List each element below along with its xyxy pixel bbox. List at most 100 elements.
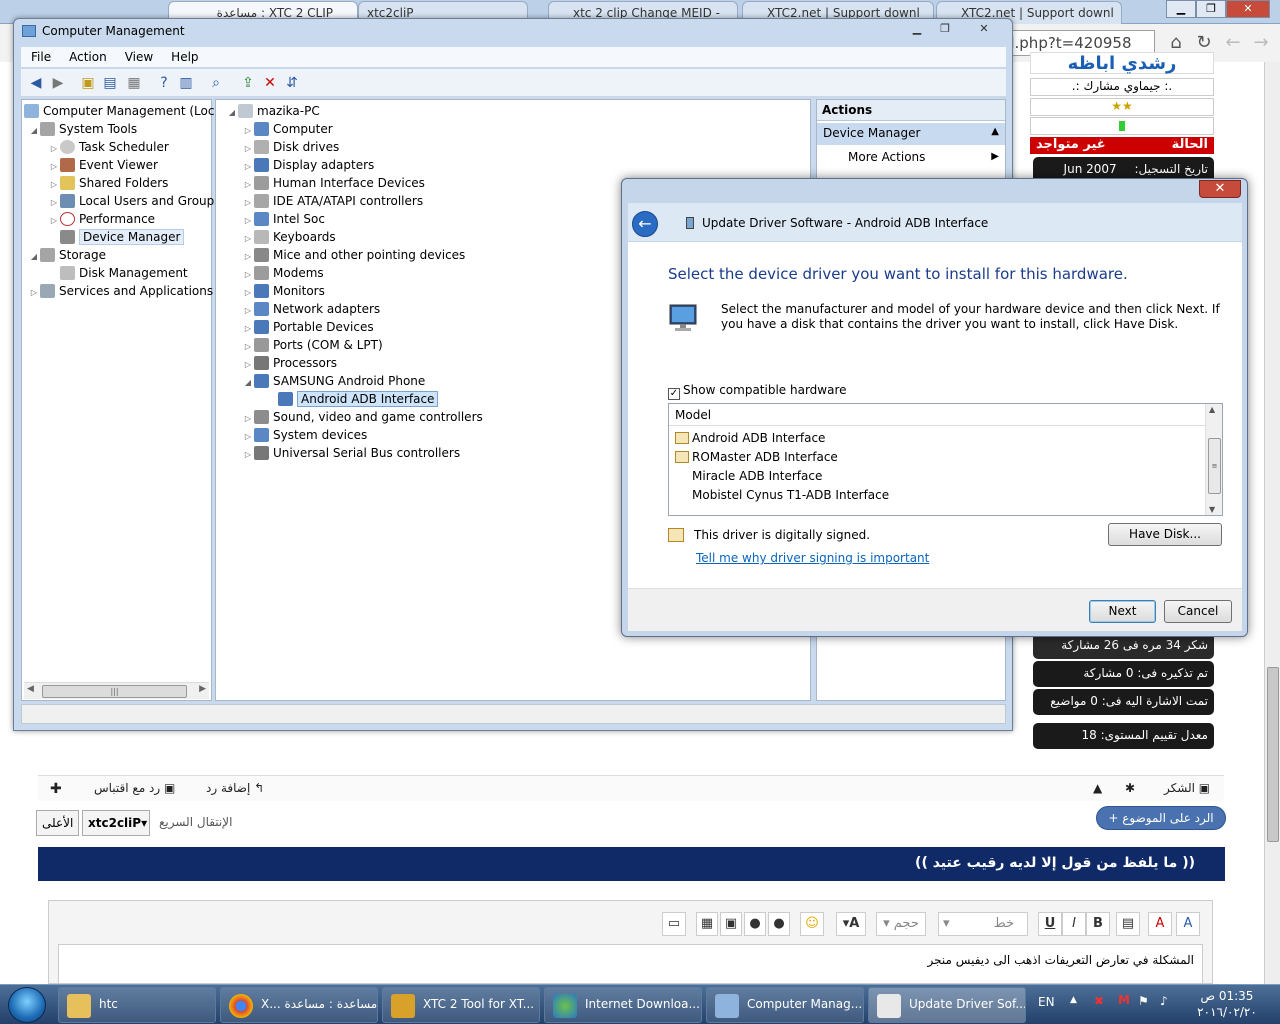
update-driver-icon[interactable]: ⇪ — [239, 74, 257, 92]
back-arrow-icon[interactable]: ◀ — [27, 74, 45, 92]
reply-button[interactable]: إضافة رد ↰ — [206, 781, 264, 795]
device-item[interactable]: ▷ Universal Serial Bus controllers — [242, 444, 460, 462]
paste-icon[interactable]: ▤ — [1116, 912, 1140, 936]
taskbar-item-idm[interactable]: Internet Downloa... — [544, 987, 702, 1023]
have-disk-button[interactable]: Have Disk... — [1108, 523, 1222, 546]
quote-reply-button[interactable]: رد مع اقتباس ▣ — [94, 781, 175, 795]
menu-file[interactable]: File — [21, 47, 59, 64]
taskbar-item-update-driver[interactable]: Update Driver Sof... — [868, 987, 1026, 1023]
actions-device-manager[interactable]: Device Manager ▲ — [817, 123, 1005, 145]
smiley-icon[interactable]: ☺ — [800, 912, 824, 936]
minimize-icon[interactable]: ▁ — [904, 21, 930, 39]
start-button[interactable] — [8, 987, 46, 1023]
device-item[interactable]: ▷ Network adapters — [242, 300, 380, 318]
font-color-icon[interactable]: ▾A — [836, 912, 866, 936]
multiquote-icon[interactable]: ✚ — [50, 781, 62, 797]
next-button[interactable]: Next — [1089, 600, 1156, 623]
collapse-icon[interactable]: ◢ — [28, 248, 40, 266]
menu-action[interactable]: Action — [59, 47, 115, 64]
taskbar-item-xtc-tool[interactable]: XTC 2 Tool for XT... — [382, 987, 540, 1023]
menu-help[interactable]: Help — [161, 47, 206, 64]
tree-hscroll-thumb[interactable]: ||| — [42, 685, 187, 698]
help-icon[interactable]: ? — [155, 74, 173, 92]
image-icon[interactable]: ▣ — [720, 912, 742, 936]
tree-item-device-manager[interactable]: Device Manager — [60, 228, 185, 246]
show-hide-tree-icon[interactable]: ▤ — [101, 74, 119, 92]
thanks-button[interactable]: الشكر ▣ — [1164, 781, 1210, 795]
network-error-icon[interactable]: ✖ — [1094, 994, 1104, 1008]
taskbar-item-htc[interactable]: htc — [58, 987, 216, 1023]
expand-icon[interactable]: ▷ — [48, 212, 60, 230]
checkbox-checked-icon[interactable]: ✓ — [668, 388, 680, 400]
device-item[interactable]: ▷ System devices — [242, 426, 367, 444]
reply-topic-button[interactable]: + الرد على الموضوع — [1096, 806, 1226, 830]
taskbar-item-chrome[interactable]: X... مساعدة : مساعدة — [220, 987, 378, 1023]
model-row[interactable]: Miracle ADB Interface — [675, 467, 822, 485]
language-indicator[interactable]: EN — [1038, 995, 1055, 1009]
show-compatible-checkbox[interactable]: ✓ Show compatible hardware — [668, 383, 847, 400]
reload-icon[interactable]: ↻ — [1193, 32, 1215, 54]
close-icon[interactable]: ✕ — [964, 21, 1004, 39]
scroll-right-icon[interactable]: ▶ — [199, 684, 206, 694]
cancel-button[interactable]: Cancel — [1164, 600, 1232, 623]
go-top-button[interactable]: الأعلى — [36, 810, 80, 836]
collapse-icon[interactable]: ◢ — [242, 374, 254, 392]
device-item[interactable]: ▷ Monitors — [242, 282, 325, 300]
bold-icon[interactable]: B — [1086, 912, 1110, 936]
device-item[interactable]: ▷ Processors — [242, 354, 337, 372]
remove-format-icon[interactable]: A — [1148, 912, 1172, 936]
device-item[interactable]: ▷ Display adapters — [242, 156, 374, 174]
more-actions[interactable]: More Actions ▶ — [817, 147, 1005, 169]
page-scrollbar[interactable] — [1264, 62, 1280, 984]
tree-item-storage[interactable]: ◢ Storage — [28, 246, 106, 264]
expand-icon[interactable]: ▷ — [28, 284, 40, 302]
font-size-select[interactable]: ▾ حجم — [876, 912, 926, 936]
model-column-header[interactable]: Model — [669, 404, 1206, 426]
up-folder-icon[interactable]: ▣ — [79, 74, 97, 92]
close-icon[interactable]: ✕ — [1226, 0, 1270, 18]
link-icon[interactable]: ● — [744, 912, 766, 936]
enable-device-icon[interactable]: ⇵ — [283, 74, 301, 92]
device-item[interactable]: ▷ IDE ATA/ATAPI controllers — [242, 192, 423, 210]
collapse-icon[interactable]: ◢ — [226, 104, 238, 122]
tree-item-shared-folders[interactable]: ▷ Shared Folders — [48, 174, 168, 192]
forward-arrow-icon[interactable]: ▶ — [49, 74, 67, 92]
tree-item-services-apps[interactable]: ▷ Services and Applications — [28, 282, 213, 300]
underline-icon[interactable]: U — [1038, 912, 1062, 936]
model-row[interactable]: Android ADB Interface — [675, 429, 825, 447]
back-arrow-icon[interactable]: ← — [632, 211, 658, 237]
device-item[interactable]: ▷ Portable Devices — [242, 318, 374, 336]
tree-item-task-scheduler[interactable]: ▷ Task Scheduler — [48, 138, 169, 156]
model-scrollbar[interactable]: ▲ ≡ ▼ — [1205, 404, 1222, 515]
model-row[interactable]: Mobistel Cynus T1-ADB Interface — [675, 486, 889, 504]
expand-icon[interactable]: ▷ — [242, 446, 254, 464]
maximize-icon[interactable]: ❐ — [1196, 0, 1226, 18]
clock-time[interactable]: 01:35 ص — [1194, 989, 1260, 1003]
star-icon[interactable]: ✱ — [1125, 781, 1135, 795]
clock-date[interactable]: ٢٠١٦/٠٢/٢٠ — [1194, 1005, 1260, 1019]
tree-hscrollbar[interactable]: ◀ ||| ▶ — [24, 682, 209, 699]
page-scroll-thumb[interactable] — [1267, 667, 1279, 842]
user-name[interactable]: رشدي اباظه — [1030, 52, 1214, 74]
unlink-icon[interactable]: ● — [768, 912, 790, 936]
editor-textarea[interactable]: المشكلة في تعارض التعريفات اذهب الى ديفي… — [58, 944, 1203, 984]
maximize-icon[interactable]: ❐ — [932, 21, 958, 39]
speech-bubble-icon[interactable]: ▭ — [662, 912, 686, 936]
menu-view[interactable]: View — [115, 47, 161, 64]
collapse-up-icon[interactable]: ▲ — [991, 126, 999, 137]
tree-item-disk-management[interactable]: Disk Management — [60, 264, 188, 282]
model-scroll-thumb[interactable]: ≡ — [1208, 438, 1221, 494]
back-icon[interactable]: ← — [1222, 32, 1244, 54]
device-item[interactable]: ▷ Disk drives — [242, 138, 339, 156]
device-item[interactable]: ▷ Intel Soc — [242, 210, 325, 228]
minimize-icon[interactable]: ▁ — [1166, 0, 1196, 18]
device-item[interactable]: ▷ Ports (COM & LPT) — [242, 336, 383, 354]
show-hidden-icons[interactable]: ▲ — [1070, 995, 1077, 1005]
taskbar-item-computer-management[interactable]: Computer Manag... — [706, 987, 864, 1023]
home-icon[interactable]: ⌂ — [1165, 32, 1187, 54]
font-family-select[interactable]: ▾ خط — [938, 912, 1028, 936]
tree-item-performance[interactable]: ▷ Performance — [48, 210, 155, 228]
tree-item-system-tools[interactable]: ◢ System Tools — [28, 120, 137, 138]
collapse-icon[interactable]: ◢ — [28, 122, 40, 140]
device-item[interactable]: ▷ Sound, video and game controllers — [242, 408, 483, 426]
